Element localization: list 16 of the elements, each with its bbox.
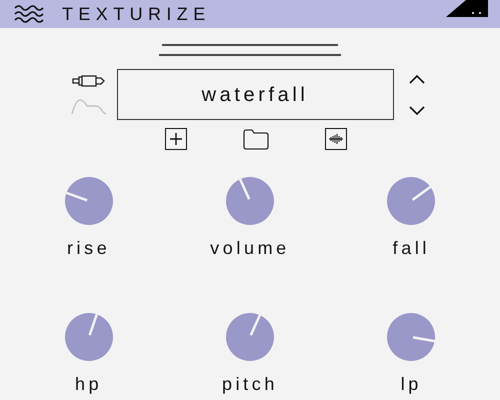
knob-label: hp <box>75 375 102 393</box>
chevron-down-icon[interactable] <box>408 106 424 116</box>
knob-label: rise <box>66 239 110 257</box>
preset-name-display: waterfall <box>116 69 394 120</box>
plug-icon[interactable] <box>72 74 106 86</box>
app-title: TEXTURIZE <box>62 5 211 23</box>
waves-icon <box>14 5 44 23</box>
folder-icon[interactable] <box>243 128 269 150</box>
corner-menu-icon[interactable] <box>446 0 488 17</box>
knob-label: pitch <box>222 375 278 393</box>
knob-label: volume <box>210 239 290 257</box>
chevron-up-icon[interactable] <box>408 74 424 84</box>
knob-label: fall <box>392 239 430 257</box>
add-icon[interactable] <box>165 128 187 150</box>
waveform-icon[interactable] <box>325 128 347 150</box>
knob-label: lp <box>400 375 422 393</box>
